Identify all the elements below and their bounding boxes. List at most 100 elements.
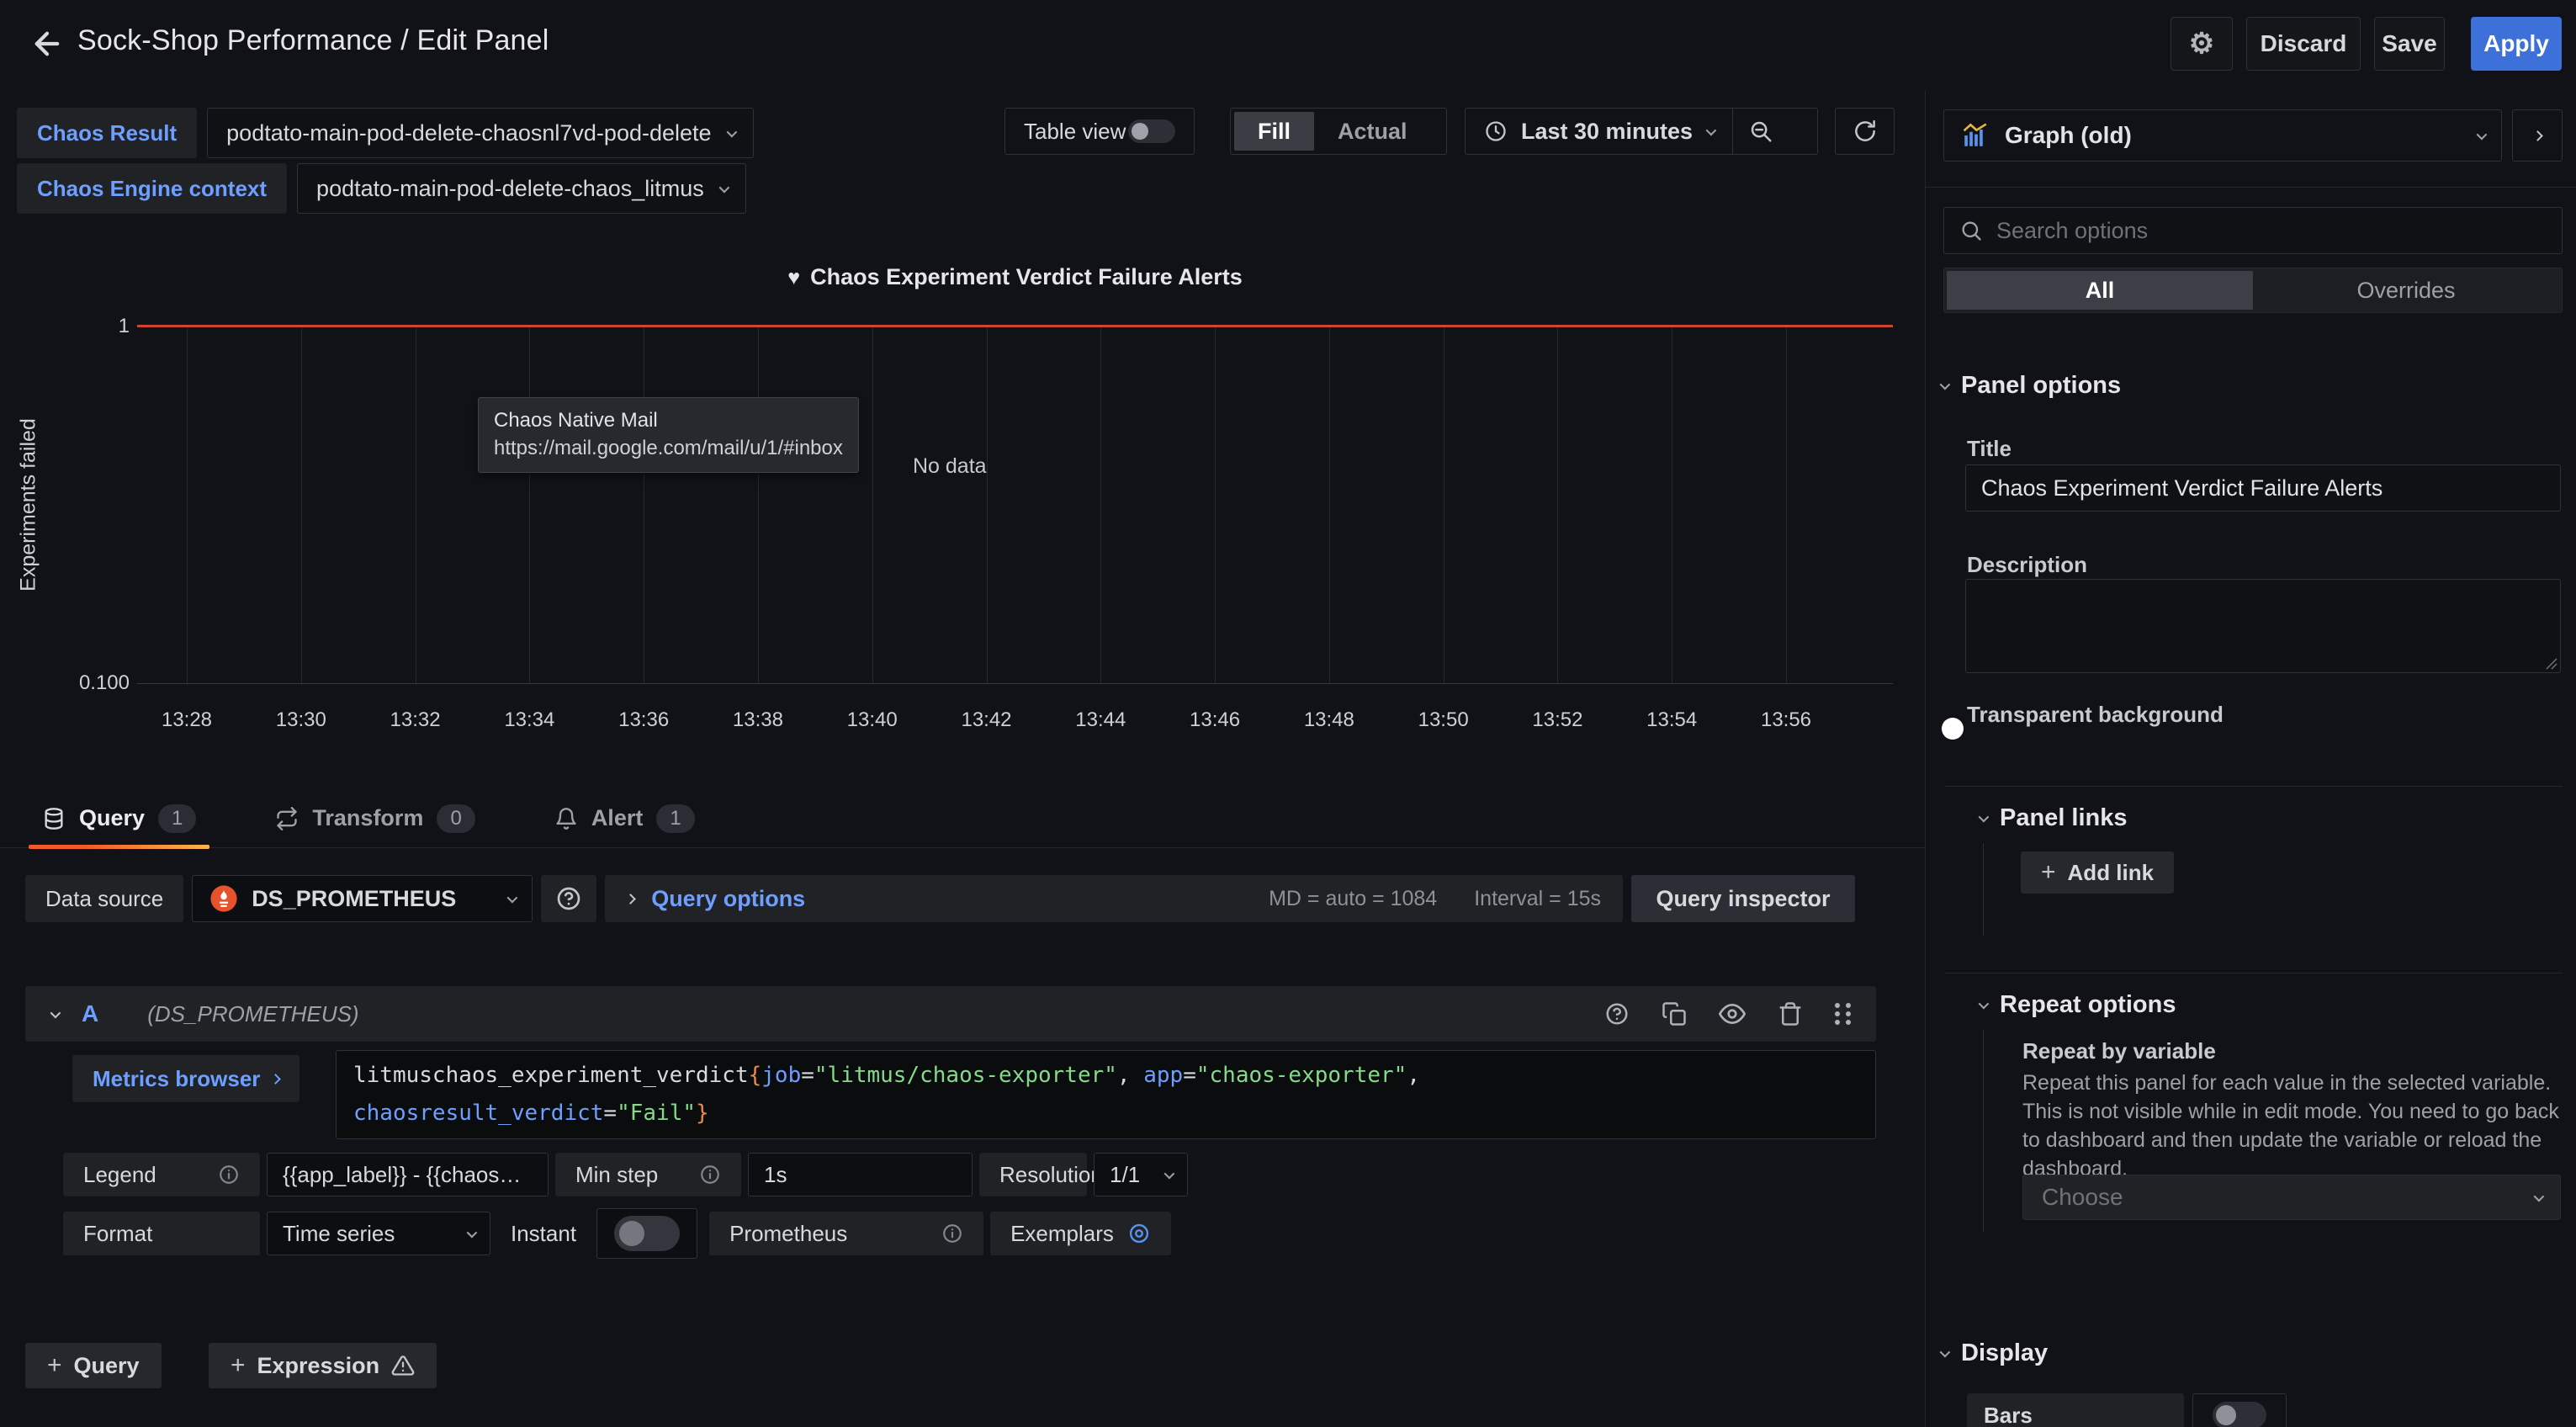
toggle-viz-picker-button[interactable] (2512, 109, 2563, 162)
repeat-options-header[interactable]: Repeat options (1979, 991, 2176, 1019)
query-ref-datasource: (DS_PROMETHEUS) (147, 1001, 358, 1027)
drag-handle-icon[interactable] (1835, 1003, 1851, 1026)
info-icon (218, 1164, 240, 1186)
variable-select-chaos-result[interactable]: podtato-main-pod-delete-chaosnl7vd-pod-d… (207, 108, 753, 158)
format-select[interactable]: Time series (267, 1212, 490, 1255)
query-options-row-2: Format Time series Instant Prometheus Ex… (63, 1208, 1171, 1259)
sidebar-divider (1925, 91, 1926, 1427)
tab-all[interactable]: All (1947, 271, 2253, 310)
help-circle-icon (555, 885, 582, 912)
database-icon (42, 807, 66, 830)
interval-info: Interval = 15s (1474, 887, 1601, 911)
resolution-select[interactable]: 1/1 (1094, 1153, 1188, 1196)
refresh-icon (1852, 119, 1878, 144)
info-icon (941, 1223, 963, 1244)
annotation-tooltip: Chaos Native Mail https://mail.google.co… (478, 397, 859, 473)
bars-option-label: Bars (1967, 1393, 2184, 1427)
add-query-button[interactable]: + Query (25, 1343, 162, 1388)
tab-transform[interactable]: Transform 0 (262, 789, 488, 848)
gridline (301, 327, 302, 683)
chevron-down-icon (1164, 1168, 1175, 1179)
gridline (187, 327, 188, 683)
apply-button[interactable]: Apply (2471, 17, 2562, 71)
datasource-help-button[interactable] (541, 875, 596, 922)
chevron-down-icon (1940, 1347, 1951, 1358)
panel-links-header[interactable]: Panel links (1979, 804, 2128, 832)
actual-option[interactable]: Actual (1314, 112, 1431, 151)
transparent-background-label: Transparent background (1967, 702, 2224, 728)
instant-toggle[interactable] (614, 1216, 680, 1251)
table-view-toggle[interactable] (1128, 119, 1175, 143)
tab-overrides[interactable]: Overrides (2253, 271, 2559, 310)
y-tick-label: 1 (37, 315, 130, 338)
panel-header[interactable]: ♥Chaos Experiment Verdict Failure Alerts (137, 264, 1893, 290)
transform-icon (275, 807, 299, 830)
visualization-select[interactable]: Graph (old) (1943, 109, 2502, 162)
section-guide-line (1983, 843, 1984, 936)
query-options-collapser[interactable]: Query options MD = auto = 1084 Interval … (605, 875, 1623, 922)
help-circle-icon[interactable] (1604, 1001, 1630, 1026)
query-actions (1604, 1000, 1851, 1027)
variable-select-chaos-engine[interactable]: podtato-main-pod-delete-chaos_litmus (297, 163, 746, 214)
add-link-button[interactable]: + Add link (2021, 851, 2174, 894)
tab-query[interactable]: Query 1 (29, 789, 209, 848)
time-range-picker[interactable]: Last 30 minutes (1466, 109, 1732, 154)
chevron-down-icon (2477, 129, 2488, 140)
save-button[interactable]: Save (2374, 17, 2445, 71)
resolution-field-label: Resolution (979, 1153, 1087, 1196)
variable-label-chaos-engine: Chaos Engine context (17, 163, 287, 214)
variable-row-chaos-result: Chaos Result podtato-main-pod-delete-cha… (17, 108, 754, 158)
legend-input[interactable]: {{app_label}} - {{chaos… (267, 1153, 549, 1196)
eye-icon[interactable] (1719, 1000, 1746, 1027)
repeat-by-variable-label: Repeat by variable (2022, 1038, 2216, 1064)
x-tick-label: 13:30 (276, 708, 326, 732)
min-step-input[interactable]: 1s (748, 1153, 973, 1196)
panel-settings-button[interactable]: ⚙ (2171, 17, 2233, 71)
query-inspector-button[interactable]: Query inspector (1631, 875, 1855, 922)
chevron-down-icon (1979, 812, 1990, 823)
datasource-value: DS_PROMETHEUS (252, 886, 494, 912)
x-tick-label: 13:52 (1532, 708, 1582, 732)
gridline (1786, 327, 1787, 683)
add-expression-button[interactable]: + Expression (209, 1343, 437, 1388)
prometheus-type-label: Prometheus (709, 1212, 983, 1255)
repeat-variable-select[interactable]: Choose (2022, 1175, 2561, 1220)
visualization-name: Graph (old) (2005, 122, 2462, 149)
promql-editor[interactable]: litmuschaos_experiment_verdict{job="litm… (336, 1050, 1876, 1139)
zoom-out-icon (1748, 119, 1773, 144)
fill-option[interactable]: Fill (1234, 112, 1314, 151)
metrics-browser-button[interactable]: Metrics browser (72, 1055, 299, 1102)
duplicate-icon[interactable] (1662, 1001, 1687, 1026)
panel-title-input[interactable] (1965, 464, 2561, 512)
x-tick-label: 13:34 (504, 708, 554, 732)
search-icon (1959, 219, 1983, 242)
panel-options-header[interactable]: Panel options (1940, 372, 2121, 400)
query-a-header[interactable]: A (DS_PROMETHEUS) (25, 986, 1876, 1042)
discard-button[interactable]: Discard (2246, 17, 2361, 71)
chevron-right-icon (625, 894, 636, 904)
options-search-input[interactable] (1996, 218, 2547, 244)
refresh-button[interactable] (1835, 108, 1895, 155)
bars-toggle[interactable] (2213, 1402, 2266, 1427)
promql-line-2: chaosresult_verdict="Fail"} (353, 1095, 1858, 1133)
back-button[interactable] (25, 22, 69, 66)
query-ref-id: A (82, 1000, 98, 1027)
zoom-out-button[interactable] (1733, 109, 1789, 154)
chevron-down-icon (1979, 999, 1990, 1010)
datasource-select[interactable]: DS_PROMETHEUS (192, 875, 533, 922)
tab-alert[interactable]: Alert 1 (541, 789, 708, 848)
resize-handle-icon[interactable] (2544, 656, 2557, 670)
query-options-stats: MD = auto = 1084 Interval = 15s (1269, 887, 1601, 911)
format-field-label: Format (63, 1212, 260, 1255)
gridline (1100, 327, 1101, 683)
exemplars-icon[interactable] (1127, 1222, 1151, 1245)
trash-icon[interactable] (1778, 1001, 1803, 1026)
gear-icon: ⚙ (2189, 27, 2214, 61)
panel-description-textarea[interactable] (1965, 579, 2561, 673)
x-tick-label: 13:48 (1304, 708, 1354, 732)
gridline (758, 327, 759, 683)
display-section-header[interactable]: Display (1940, 1339, 2048, 1367)
gridline (529, 327, 530, 683)
arrow-left-icon (29, 26, 65, 61)
x-tick-label: 13:40 (847, 708, 898, 732)
